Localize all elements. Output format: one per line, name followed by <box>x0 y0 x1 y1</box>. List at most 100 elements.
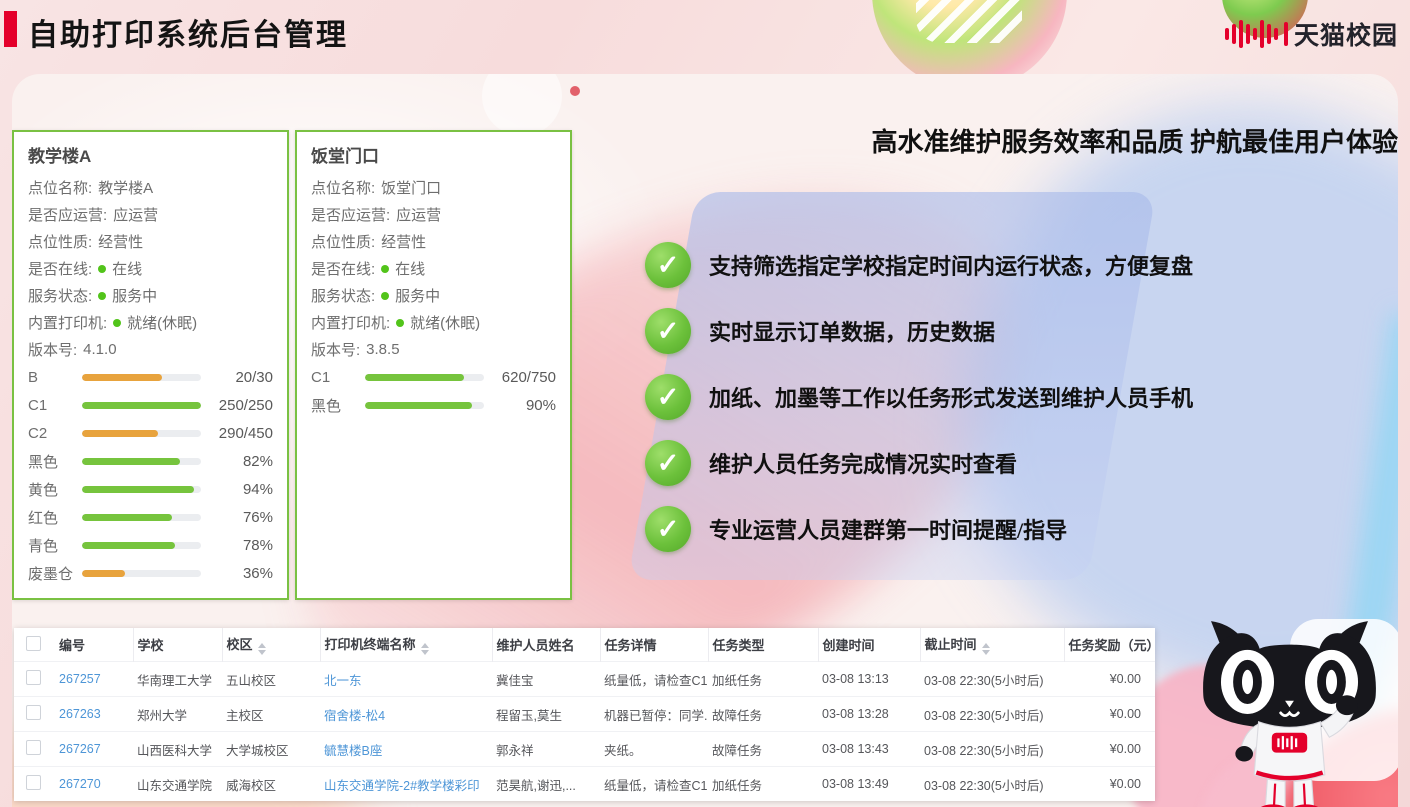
col-header-reward: 任务奖励（元） <box>1064 628 1155 662</box>
col-header-campus[interactable]: 校区 <box>222 628 320 662</box>
cell-school: 山西医科大学 <box>133 732 222 767</box>
gauge-value: 94% <box>211 481 273 498</box>
feature-text: 实时显示订单数据，历史数据 <box>709 315 995 347</box>
col-header-deadline[interactable]: 截止时间 <box>920 628 1064 662</box>
feature-item: ✓专业运营人员建群第一时间提醒/指导 <box>645 506 1193 552</box>
col-header-label: 任务类型 <box>713 638 765 653</box>
row-checkbox[interactable] <box>26 740 41 755</box>
check-icon: ✓ <box>645 374 691 420</box>
col-header-label: 维护人员姓名 <box>497 638 575 653</box>
status-dot-icon <box>381 265 389 273</box>
gauge-fill-bar <box>82 570 125 577</box>
gauge-track <box>82 430 201 437</box>
card-field: 点位性质:经营性 <box>28 228 273 255</box>
table-row: 267263郑州大学主校区宿舍楼-松4程留玉,莫生机器已暂停：同学...故障任务… <box>14 697 1155 732</box>
gauge-row: 青色78% <box>28 531 273 559</box>
row-checkbox[interactable] <box>26 775 41 790</box>
feature-text: 支持筛选指定学校指定时间内运行状态，方便复盘 <box>709 249 1193 281</box>
cell-type: 加纸任务 <box>708 662 818 697</box>
cell-detail: 纸量低，请检查C1... <box>600 767 708 802</box>
gauge-track <box>82 570 201 577</box>
card-title: 教学楼A <box>28 144 273 174</box>
gauge-value: 620/750 <box>494 369 556 386</box>
gauge-label: B <box>28 369 82 386</box>
field-value: 在线 <box>395 258 425 279</box>
col-header-label: 创建时间 <box>823 638 875 653</box>
background-dot <box>570 86 580 96</box>
cell-id[interactable]: 267270 <box>55 767 133 802</box>
gauge-label: C2 <box>28 425 82 442</box>
cell-campus: 大学城校区 <box>222 732 320 767</box>
table-header-row: 编号学校 校区打印机终端名称维护人员姓名 任务详情任务类型 创建时间 截止时间任务奖励（… <box>14 628 1155 662</box>
field-value: 饭堂门口 <box>381 177 441 198</box>
gauge-fill-bar <box>82 374 162 381</box>
cell-id[interactable]: 267263 <box>55 697 133 732</box>
row-checkbox[interactable] <box>26 670 41 685</box>
cell-terminal[interactable]: 北一东 <box>320 662 492 697</box>
cell-terminal[interactable]: 宿舍楼-松4 <box>320 697 492 732</box>
card-field: 服务状态:服务中 <box>311 282 556 309</box>
col-header-person: 维护人员姓名 <box>492 628 600 662</box>
tmall-campus-logo: 天猫校园 <box>1225 16 1398 52</box>
field-label: 是否在线: <box>311 258 375 279</box>
col-header-label: 学校 <box>138 638 164 653</box>
field-value: 教学楼A <box>98 177 153 198</box>
checkbox-cell <box>14 732 55 767</box>
gauge-fill-bar <box>82 542 175 549</box>
col-header-id: 编号 <box>55 628 133 662</box>
gauge-fill-bar <box>365 402 472 409</box>
cell-terminal[interactable]: 山东交通学院-2#教学楼彩印 <box>320 767 492 802</box>
gauge-row: 黄色94% <box>28 475 273 503</box>
gauge-label: 红色 <box>28 507 82 528</box>
gauge-track <box>82 458 201 465</box>
gauge-label: C1 <box>28 397 82 414</box>
status-dot-icon <box>113 319 121 327</box>
card-field: 点位名称:教学楼A <box>28 174 273 201</box>
feature-list: ✓支持筛选指定学校指定时间内运行状态，方便复盘✓实时显示订单数据，历史数据✓加纸… <box>645 242 1193 552</box>
gauge-label: 黑色 <box>28 451 82 472</box>
field-value: 3.8.5 <box>366 341 399 358</box>
gauge-value: 36% <box>211 565 273 582</box>
row-checkbox[interactable] <box>26 705 41 720</box>
col-header-terminal[interactable]: 打印机终端名称 <box>320 628 492 662</box>
cell-campus: 主校区 <box>222 697 320 732</box>
gauge-track <box>82 542 201 549</box>
cell-type: 故障任务 <box>708 732 818 767</box>
field-label: 内置打印机: <box>28 312 107 333</box>
gauge-value: 20/30 <box>211 369 273 386</box>
card-field: 是否在线:在线 <box>28 255 273 282</box>
col-header-school: 学校 <box>133 628 222 662</box>
gauge-track <box>365 402 484 409</box>
task-table-card: 编号学校 校区打印机终端名称维护人员姓名 任务详情任务类型 创建时间 截止时间任务奖励（… <box>14 628 1155 801</box>
status-card-2: 饭堂门口点位名称:饭堂门口是否应运营:应运营点位性质:经营性是否在线:在线服务状… <box>295 130 572 600</box>
gauge-value: 82% <box>211 453 273 470</box>
feature-text: 专业运营人员建群第一时间提醒/指导 <box>709 513 1067 545</box>
card-field: 服务状态:服务中 <box>28 282 273 309</box>
gauge-fill-bar <box>365 374 464 381</box>
field-value: 就绪(休眠) <box>410 312 480 333</box>
field-label: 版本号: <box>28 339 77 360</box>
sort-arrows-icon <box>982 643 990 655</box>
cell-school: 山东交通学院 <box>133 767 222 802</box>
cell-person: 程留玉,莫生 <box>492 697 600 732</box>
cell-person: 郭永祥 <box>492 732 600 767</box>
select-all-checkbox[interactable] <box>26 636 41 651</box>
feature-text: 维护人员任务完成情况实时查看 <box>709 447 1017 479</box>
gauge-track <box>82 514 201 521</box>
field-label: 服务状态: <box>311 285 375 306</box>
col-header-detail: 任务详情 <box>600 628 708 662</box>
gauge-label: C1 <box>311 369 365 386</box>
page-title: 自助打印系统后台管理 <box>28 10 348 54</box>
cell-person: 冀佳宝 <box>492 662 600 697</box>
cell-id[interactable]: 267267 <box>55 732 133 767</box>
cell-id[interactable]: 267257 <box>55 662 133 697</box>
soundwave-bars-icon <box>1225 18 1288 50</box>
card-field: 版本号:3.8.5 <box>311 336 556 363</box>
checkbox-cell <box>14 662 55 697</box>
gauge-label: 黑色 <box>311 395 365 416</box>
cell-terminal[interactable]: 毓慧楼B座 <box>320 732 492 767</box>
gauge-value: 90% <box>494 397 556 414</box>
gauge-track <box>365 374 484 381</box>
card-field: 是否应运营:应运营 <box>28 201 273 228</box>
cell-created: 03-08 13:28 <box>818 697 920 732</box>
